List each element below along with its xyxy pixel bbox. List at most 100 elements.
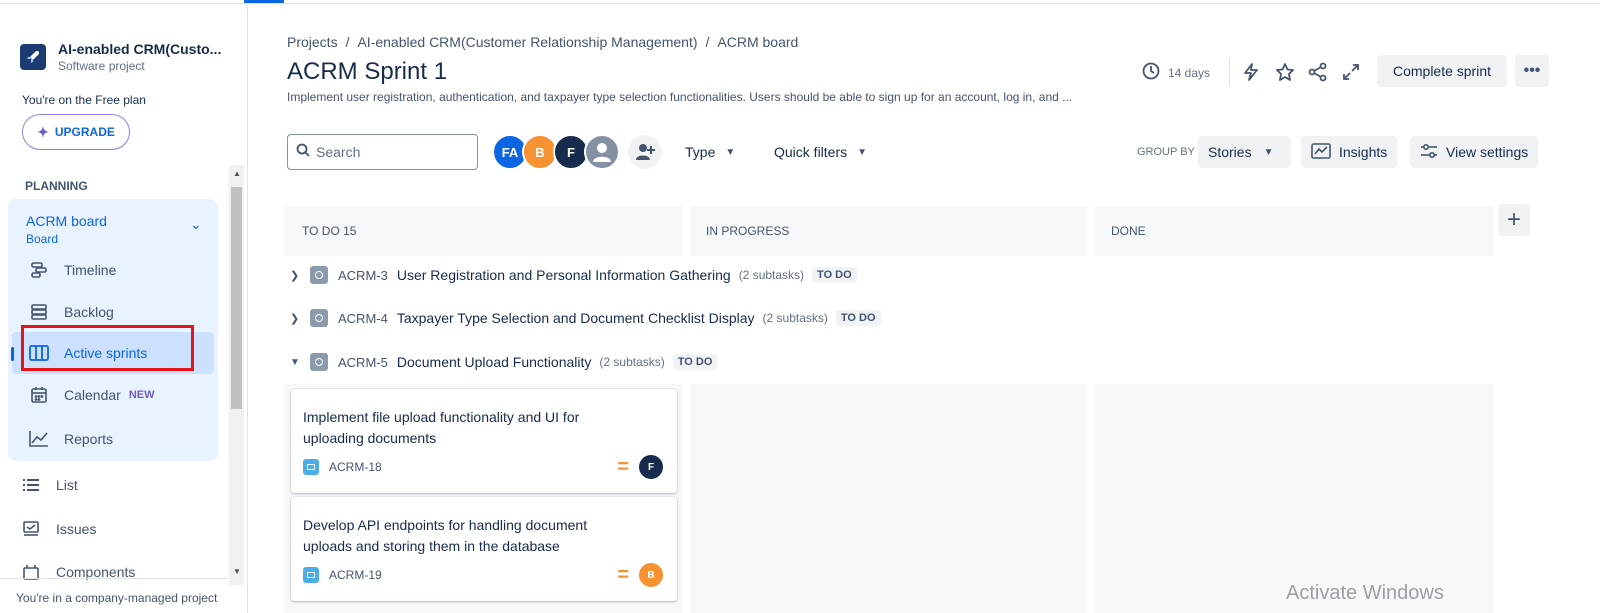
- more-icon[interactable]: •••: [1515, 55, 1549, 87]
- sidebar-item-label: Calendar: [64, 387, 121, 403]
- chevron-right-icon[interactable]: ❯: [290, 269, 304, 282]
- story-row[interactable]: ▼ ACRM-5 Document Upload Functionality (…: [290, 351, 718, 373]
- share-icon[interactable]: [1306, 60, 1330, 84]
- scroll-down-icon[interactable]: ▼: [233, 567, 241, 576]
- planning-heading: PLANNING: [25, 179, 88, 193]
- project-header[interactable]: AI-enabled CRM(Custo... Software project: [20, 41, 221, 73]
- add-people-icon[interactable]: [628, 135, 662, 169]
- card-key[interactable]: ACRM-18: [329, 460, 382, 474]
- column-done: DONE: [1095, 206, 1494, 256]
- clock-icon: [1142, 62, 1160, 83]
- new-badge: NEW: [128, 389, 155, 401]
- sidebar-item-reports[interactable]: Reports: [28, 428, 113, 450]
- story-row[interactable]: ❯ ACRM-4 Taxpayer Type Selection and Doc…: [290, 307, 881, 329]
- board-subtitle: Board: [26, 232, 59, 246]
- chart-icon: [28, 428, 50, 450]
- done-dropzone[interactable]: [1095, 384, 1494, 613]
- group-by-value: Stories: [1208, 144, 1252, 160]
- timeline-icon: [28, 259, 50, 281]
- sprint-description: Implement user registration, authenticat…: [287, 90, 1073, 104]
- divider: [1229, 58, 1230, 86]
- story-key[interactable]: ACRM-5: [338, 355, 388, 370]
- star-icon[interactable]: [1273, 60, 1297, 84]
- quick-filters[interactable]: Quick filters ▼: [774, 136, 867, 168]
- upgrade-label: UPGRADE: [54, 125, 115, 139]
- subtask-icon: [303, 459, 319, 475]
- search-box[interactable]: [287, 134, 478, 170]
- chevron-down-icon[interactable]: ▼: [290, 357, 304, 368]
- breadcrumb: Projects / AI-enabled CRM(Customer Relatio…: [287, 34, 799, 50]
- issue-card[interactable]: Implement file upload functionality and …: [291, 389, 677, 493]
- top-border: [0, 0, 1600, 4]
- page-title: ACRM Sprint 1: [287, 58, 448, 85]
- group-by-select[interactable]: Stories ▼: [1198, 136, 1291, 168]
- view-settings-label: View settings: [1446, 144, 1529, 160]
- issue-card[interactable]: Develop API endpoints for handling docum…: [291, 497, 677, 601]
- board-name[interactable]: ACRM board: [26, 213, 107, 229]
- story-key[interactable]: ACRM-3: [338, 268, 388, 283]
- chevron-down-icon: ▼: [1263, 146, 1274, 158]
- column-todo: TO DO 15: [284, 206, 682, 256]
- story-row[interactable]: ❯ ACRM-3 User Registration and Personal …: [290, 264, 857, 286]
- status-badge: TO DO: [672, 354, 718, 370]
- sidebar-item-list[interactable]: List: [20, 474, 78, 496]
- sidebar-scrollbar[interactable]: ▲ ▼: [229, 165, 244, 585]
- sidebar: AI-enabled CRM(Custo... Software project…: [0, 5, 248, 613]
- column-label: IN PROGRESS: [706, 224, 790, 238]
- column-label: DONE: [1111, 224, 1146, 238]
- priority-medium-icon: =: [617, 564, 629, 586]
- story-icon: [310, 266, 328, 284]
- calendar-icon: [28, 384, 50, 406]
- insights-button[interactable]: Insights: [1301, 136, 1398, 168]
- sidebar-item-label: Timeline: [64, 262, 117, 278]
- add-column-icon[interactable]: +: [1498, 204, 1530, 236]
- complete-sprint-button[interactable]: Complete sprint: [1377, 55, 1507, 87]
- expand-icon[interactable]: [1339, 60, 1363, 84]
- sidebar-item-label: Reports: [64, 431, 114, 447]
- settings-sliders-icon: [1420, 143, 1438, 162]
- search-input[interactable]: [316, 144, 466, 160]
- scroll-up-icon[interactable]: ▲: [233, 169, 241, 178]
- story-subtasks: (2 subtasks): [599, 355, 665, 369]
- sidebar-item-timeline[interactable]: Timeline: [28, 259, 116, 281]
- sidebar-item-backlog[interactable]: Backlog: [28, 301, 114, 323]
- avatar[interactable]: B: [639, 563, 663, 587]
- highlight-active-sprints: [21, 325, 194, 371]
- backlog-icon: [28, 301, 50, 323]
- days-label: 14 days: [1168, 65, 1211, 80]
- chevron-down-icon: ▼: [725, 146, 736, 158]
- user-icon: [593, 143, 611, 162]
- column-in-progress: IN PROGRESS: [690, 206, 1087, 256]
- card-footer: ACRM-19: [303, 567, 382, 583]
- type-filter[interactable]: Type ▼: [685, 136, 735, 168]
- upgrade-button[interactable]: ✦ UPGRADE: [22, 114, 130, 150]
- type-label: Type: [685, 144, 716, 160]
- quick-filters-label: Quick filters: [774, 144, 848, 160]
- avatar[interactable]: [584, 134, 620, 170]
- sidebar-item-issues[interactable]: Issues: [20, 518, 96, 540]
- search-icon: [296, 143, 310, 162]
- column-label: TO DO 15: [302, 224, 357, 238]
- avatar[interactable]: F: [639, 455, 663, 479]
- status-badge: TO DO: [812, 267, 857, 283]
- story-icon: [310, 309, 328, 327]
- story-subtasks: (2 subtasks): [738, 268, 805, 282]
- sidebar-item-label: Issues: [56, 521, 97, 537]
- plan-text: You're on the Free plan: [22, 93, 146, 107]
- card-key[interactable]: ACRM-19: [329, 568, 382, 582]
- chevron-right-icon[interactable]: ❯: [290, 312, 304, 325]
- status-badge: TO DO: [835, 310, 881, 326]
- breadcrumb-project[interactable]: AI-enabled CRM(Customer Relationship Man…: [357, 34, 697, 50]
- view-settings-button[interactable]: View settings: [1410, 136, 1539, 168]
- breadcrumb-projects[interactable]: Projects: [287, 34, 338, 50]
- sprint-remaining[interactable]: 14 days: [1142, 62, 1210, 83]
- scroll-thumb[interactable]: [231, 187, 242, 409]
- lightning-icon[interactable]: [1239, 60, 1263, 84]
- breadcrumb-board[interactable]: ACRM board: [717, 34, 798, 50]
- in-progress-dropzone[interactable]: [690, 384, 1087, 613]
- sidebar-item-calendar[interactable]: Calendar NEW: [28, 384, 155, 406]
- story-key[interactable]: ACRM-4: [338, 311, 388, 326]
- sidebar-item-label: List: [56, 477, 78, 493]
- story-summary: Taxpayer Type Selection and Document Che…: [396, 310, 755, 326]
- chevron-down-icon[interactable]: ⌄: [190, 216, 202, 233]
